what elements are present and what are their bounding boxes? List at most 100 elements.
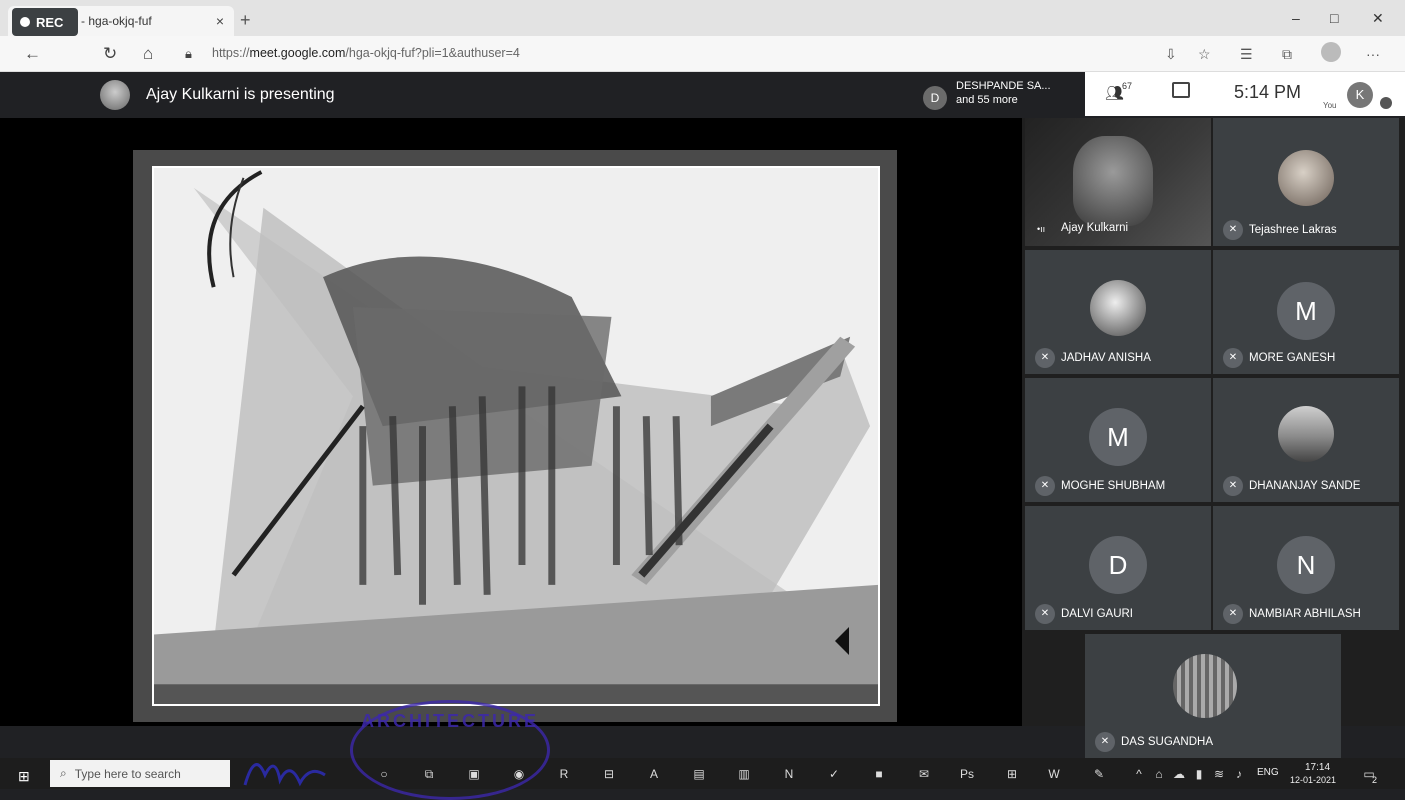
presenting-text: Ajay Kulkarni is presenting [146,86,335,103]
self-mic-badge-icon [1380,97,1392,109]
battery-icon[interactable]: ▮ [1190,765,1208,783]
address-bar-row: ← ↻ ⌂ 🔒︎ https://meet.google.com/hga-okj… [0,36,1405,72]
collections-icon[interactable]: ⧉ [1282,46,1292,63]
search-icon: ⌕ [60,766,67,780]
you-label: You [1323,101,1337,110]
participant-name: DHANANJAY SANDE [1249,480,1361,492]
app-icon[interactable]: ▤ [690,765,708,783]
participant-initial: M [1089,408,1147,466]
participant-tile[interactable]: ✕ DAS SUGANDHA [1085,634,1341,758]
tab-close-icon[interactable]: × [216,13,224,29]
mic-muted-icon: ✕ [1035,476,1055,496]
app-icon[interactable]: ▥ [735,765,753,783]
app-icon[interactable]: ■ [870,765,888,783]
photoshop-icon[interactable]: Ps [958,765,976,783]
participant-photo [1278,150,1334,206]
participant-photo [1090,280,1146,336]
app-icon[interactable]: ✎ [1090,765,1108,783]
participant-tile[interactable]: ✕ JADHAV ANISHA [1025,250,1211,374]
app-icon-r[interactable]: R [555,765,573,783]
lock-icon: 🔒︎ [185,46,192,61]
mail-icon[interactable]: ✉ [915,765,933,783]
mic-muted-icon: ✕ [1223,476,1243,496]
url-host: meet.google.com [249,46,346,60]
browser-profile-avatar[interactable] [1321,42,1341,62]
maximize-button[interactable]: □ [1330,10,1338,26]
mic-muted-icon: ✕ [1223,348,1243,368]
camera-permission-icon[interactable]: ⇩ [1165,46,1177,63]
participant-tile[interactable]: D ✕ DALVI GAURI [1025,506,1211,630]
participant-initial: D [1089,536,1147,594]
new-tab-button[interactable]: + [240,10,251,31]
tray-icons[interactable]: ⌂ [1150,765,1168,783]
participant-photo [1278,406,1334,462]
presenter-avatar [100,80,130,110]
presenter-video [1073,136,1153,226]
participant-name: Ajay Kulkarni [1061,222,1129,234]
taskbar-clock-date[interactable]: 12-01-2021 [1290,775,1336,785]
participant-tile[interactable]: ✕ DHANANJAY SANDE [1213,378,1399,502]
participant-photo [1173,654,1237,718]
mic-muted-icon: ✕ [1223,220,1243,240]
minimize-button[interactable]: – [1292,10,1300,26]
participant-name: MORE GANESH [1249,352,1336,364]
self-avatar[interactable]: K [1347,82,1373,108]
participant-tile[interactable]: M ✕ MORE GANESH [1213,250,1399,374]
taskbar-search[interactable]: ⌕ Type here to search [50,760,230,787]
others-summary[interactable]: DESHPANDE SA... and 55 more [956,79,1051,107]
presented-artwork [152,166,880,706]
handwritten-signature [243,763,326,787]
search-placeholder: Type here to search [74,766,181,781]
checkmark-app-icon[interactable]: ✓ [825,765,843,783]
volume-icon[interactable]: ♪ [1230,765,1248,783]
cortana-icon[interactable]: ○ [375,765,393,783]
participant-name: MOGHE SHUBHAM [1061,480,1166,492]
language-indicator[interactable]: ENG [1257,767,1279,778]
participant-name: NAMBIAR ABHILASH [1249,608,1361,620]
participant-tile[interactable]: N ✕ NAMBIAR ABHILASH [1213,506,1399,630]
favorites-bar-icon[interactable]: ☰ [1240,46,1253,63]
app-icon[interactable]: ▣ [465,765,483,783]
back-arrow-icon[interactable]: ← [24,44,41,64]
participant-name: Tejashree Lakras [1249,224,1337,236]
url-path: /hga-okjq-fuf?pli=1&authuser=4 [345,46,520,60]
notification-count: 2 [1372,775,1378,785]
participant-name: DALVI GAURI [1061,608,1133,620]
url-field[interactable]: https://meet.google.com/hga-okjq-fuf?pli… [212,46,520,60]
mic-muted-icon: ✕ [1223,604,1243,624]
more-options-icon[interactable]: ··· [1366,46,1380,62]
ink-painting-image [154,168,878,704]
slide-pointer-icon [835,627,849,655]
task-view-icon[interactable]: ⧉ [420,765,438,783]
taskbar-clock-time[interactable]: 17:14 [1305,762,1330,773]
speaking-indicator-icon: •ıı [1037,224,1046,234]
favorite-star-icon[interactable]: ☆ [1198,46,1211,63]
refresh-icon[interactable]: ↻ [103,44,117,64]
others-avatar[interactable]: D [923,86,947,110]
chat-icon[interactable] [1172,82,1190,98]
participant-tile-presenter[interactable]: •ıı Ajay Kulkarni [1025,118,1211,246]
home-icon[interactable]: ⌂ [143,44,153,64]
participant-tile[interactable]: ✕ Tejashree Lakras [1213,118,1399,246]
tray-overflow-icon[interactable]: ^ [1130,765,1148,783]
word-icon[interactable]: W [1045,765,1063,783]
recording-badge: REC [12,8,78,36]
app-icon-a[interactable]: A [645,765,663,783]
participant-initial: N [1277,536,1335,594]
record-dot-icon [20,17,30,27]
participant-tile[interactable]: M ✕ MOGHE SHUBHAM [1025,378,1211,502]
browser-tab-strip: Meet - hga-okjq-fuf × + – □ ✕ [0,0,1405,36]
windows-start-icon[interactable]: ⊞ [18,768,30,785]
onenote-icon[interactable]: N [780,765,798,783]
wifi-icon[interactable]: ≋ [1210,765,1228,783]
app-icon[interactable]: ⊟ [600,765,618,783]
close-window-button[interactable]: ✕ [1372,10,1384,27]
others-name: DESHPANDE SA... [956,80,1051,92]
onedrive-icon[interactable]: ☁ [1170,765,1188,783]
rec-label: REC [36,14,64,30]
mic-muted-icon: ✕ [1095,732,1115,752]
edge-icon[interactable]: ◉ [510,765,528,783]
store-icon[interactable]: ⊞ [1003,765,1021,783]
url-prefix: https:// [212,46,250,60]
others-more: and 55 more [956,94,1018,106]
